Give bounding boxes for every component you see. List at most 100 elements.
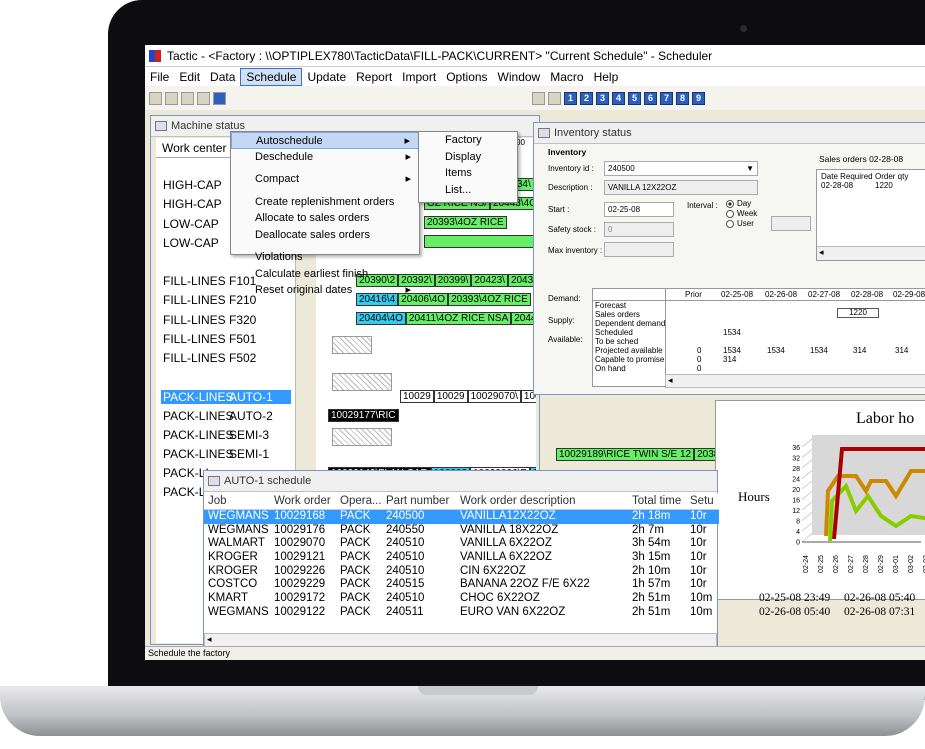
sales-hscroll[interactable] xyxy=(817,246,925,260)
toolbar-number-4[interactable]: 4 xyxy=(612,91,625,105)
description-field[interactable]: VANILLA 12X22OZ xyxy=(604,180,758,195)
save-icon[interactable] xyxy=(181,91,194,105)
max-inventory-field[interactable] xyxy=(604,242,674,257)
work-center-row[interactable]: FILL-LINES F501 xyxy=(163,332,256,346)
inventory-id-field[interactable]: 240500 ▼ xyxy=(604,161,758,176)
auto-hscroll[interactable] xyxy=(204,633,717,647)
interval-radio-day[interactable]: Day xyxy=(726,199,751,208)
gantt-job-bar[interactable]: 10029070\ xyxy=(467,390,521,403)
menu-item-deschedule[interactable]: Deschedule xyxy=(231,149,419,166)
table-row[interactable]: WEGMANS 10029168 PACK 240500 VANILLA12X22OZ 2… xyxy=(204,510,719,524)
globe-icon[interactable] xyxy=(532,91,545,105)
gantt-bar-row xyxy=(424,235,544,248)
menu-data[interactable]: Data xyxy=(205,69,240,85)
submenu-item-display[interactable]: Display xyxy=(419,149,517,166)
menu-help[interactable]: Help xyxy=(589,69,624,85)
column-header-4[interactable]: Work order description xyxy=(460,493,575,510)
table-row[interactable]: WALMART 10029070 PACK 240510 VANILLA 6X22OZ 3… xyxy=(204,537,719,551)
edit-icon[interactable] xyxy=(197,91,210,105)
radio-circle[interactable] xyxy=(726,199,734,208)
refresh-icon[interactable] xyxy=(149,91,162,105)
table-row[interactable]: WEGMANS 10029122 PACK 240511 EURO VAN 6X22OZ… xyxy=(204,606,915,620)
nav-icon[interactable] xyxy=(213,91,226,105)
menu-window[interactable]: Window xyxy=(493,69,546,85)
column-header-3[interactable]: Part number xyxy=(386,493,449,510)
work-center-row[interactable]: LOW-CAP xyxy=(163,236,229,250)
work-center-row[interactable]: PACK-LINESSEMI-1 xyxy=(163,447,269,461)
menu-item-autoschedule[interactable]: Autoschedule xyxy=(231,132,419,149)
menu-item-deallocate-sales-orders[interactable]: Deallocate sales orders xyxy=(231,227,419,244)
work-center-row[interactable]: LOW-CAP xyxy=(163,217,229,231)
column-header-0[interactable]: Job xyxy=(208,493,227,510)
work-center-row[interactable]: HIGH-CAP xyxy=(163,197,229,211)
gantt-job-bar[interactable]: 10029177\RIC xyxy=(328,409,399,422)
gantt-job-bar[interactable]: 10029 xyxy=(433,390,468,403)
menu-item-allocate-to-sales-orders[interactable]: Allocate to sales orders xyxy=(231,210,419,227)
user-interval-field[interactable] xyxy=(771,216,811,231)
dropdown-arrow-icon[interactable]: ▼ xyxy=(746,162,754,175)
start-field[interactable]: 02-25-08 xyxy=(604,202,674,217)
work-center-row[interactable]: FILL-LINES F502 xyxy=(163,351,256,365)
gantt-job-bar[interactable]: 20411\4OZ RICE NSA xyxy=(405,312,512,325)
menu-item-compact[interactable]: Compact xyxy=(231,171,419,188)
toolbar-number-3[interactable]: 3 xyxy=(596,91,609,105)
radio-circle[interactable] xyxy=(726,209,734,218)
column-header-2[interactable]: Opera... xyxy=(340,493,382,510)
toolbar-number-7[interactable]: 7 xyxy=(660,91,673,105)
menu-update[interactable]: Update xyxy=(302,69,351,85)
column-header-5[interactable]: Total time xyxy=(632,493,681,510)
sales-orders-cell[interactable]: 1220 xyxy=(837,308,879,318)
work-center-name: FILL-LINES xyxy=(163,313,226,327)
column-header-6[interactable]: Setu xyxy=(690,493,714,510)
menu-edit[interactable]: Edit xyxy=(174,69,205,85)
work-center-row[interactable]: PACK-LINESAUTO-2 xyxy=(163,409,273,423)
column-header-1[interactable]: Work order xyxy=(274,493,331,510)
menu-file[interactable]: File xyxy=(145,69,174,85)
work-center-row[interactable]: PACK-LINESSEMI-3 xyxy=(163,428,269,442)
toolbar-number-8[interactable]: 8 xyxy=(676,91,689,105)
gantt-job-bar[interactable]: 20404\4O xyxy=(356,312,406,325)
table-row[interactable]: COSTCO 10029229 PACK 240515 BANANA 22OZ F/E … xyxy=(204,578,719,592)
menu-import[interactable]: Import xyxy=(397,69,441,85)
submenu-item-items[interactable]: Items xyxy=(419,165,517,182)
menu-macro[interactable]: Macro xyxy=(545,69,588,85)
table-row[interactable]: KROGER 10029121 PACK 240510 VANILLA 6X22OZ 3h… xyxy=(204,551,719,565)
menu-item-reset-original-dates[interactable]: Reset original dates xyxy=(231,282,419,299)
interval-radio-week[interactable]: Week xyxy=(726,209,757,218)
menu-options[interactable]: Options xyxy=(441,69,492,85)
gantt-job-bar[interactable]: 20434\ xyxy=(507,274,536,287)
gantt-job-bar[interactable]: 20393\4OZ RICE xyxy=(448,293,531,306)
menu-item-create-replenishment-orders[interactable]: Create replenishment orders xyxy=(231,194,419,211)
work-center-row[interactable]: HIGH-CAP xyxy=(163,178,229,192)
menu-item-violations[interactable]: Violations xyxy=(231,249,419,266)
work-center-row[interactable]: FILL-LINES F320 xyxy=(163,313,256,327)
table-row[interactable]: WEGMANS 10029176 PACK 240550 VANILLA 18X22OZ… xyxy=(204,524,719,538)
grid-hscroll[interactable] xyxy=(665,374,925,388)
menu-schedule[interactable]: Schedule xyxy=(240,67,303,86)
radio-circle[interactable] xyxy=(726,219,734,228)
toolbar-number-1[interactable]: 1 xyxy=(564,91,577,105)
work-center-row[interactable]: PACK-LINESAUTO-1 xyxy=(161,390,291,404)
gantt-job-bar[interactable]: 10029189\RICE TWIN S/E 12 xyxy=(556,448,695,461)
toolbar-number-9[interactable]: 9 xyxy=(692,91,705,105)
open-icon[interactable] xyxy=(165,91,178,105)
toolbar-number-2[interactable]: 2 xyxy=(580,91,593,105)
gantt-job-bar[interactable]: 20393\4OZ RICE xyxy=(424,216,507,229)
safety-stock-field[interactable]: 0 xyxy=(604,222,674,237)
table-cell: 2h 10m xyxy=(632,564,671,577)
work-center-name: FILL-LINES xyxy=(163,351,226,365)
menu-report[interactable]: Report xyxy=(351,69,397,85)
submenu-item-factory[interactable]: Factory xyxy=(419,132,517,149)
interval-radio-user[interactable]: User xyxy=(726,219,754,228)
gantt-job-bar[interactable]: 10029 xyxy=(400,390,434,403)
toolbar-number-6[interactable]: 6 xyxy=(644,91,657,105)
menu-item-calculate-earliest-finish[interactable]: Calculate earliest finish xyxy=(231,266,419,283)
submenu-item-list[interactable]: List... xyxy=(419,182,517,199)
table-row[interactable]: KROGER 10029226 PACK 240510 CIN 6X22OZ 2h 10m… xyxy=(204,565,719,579)
user-icon[interactable] xyxy=(548,91,561,105)
toolbar-number-5[interactable]: 5 xyxy=(628,91,641,105)
gantt-job-bar[interactable] xyxy=(424,235,544,248)
gantt-job-bar[interactable]: 20423\ xyxy=(471,274,508,287)
table-row[interactable]: KMART 10029172 PACK 240510 CHOC 6X22OZ 2h 51m… xyxy=(204,592,915,606)
gantt-job-bar[interactable]: 20399\ xyxy=(434,274,472,287)
